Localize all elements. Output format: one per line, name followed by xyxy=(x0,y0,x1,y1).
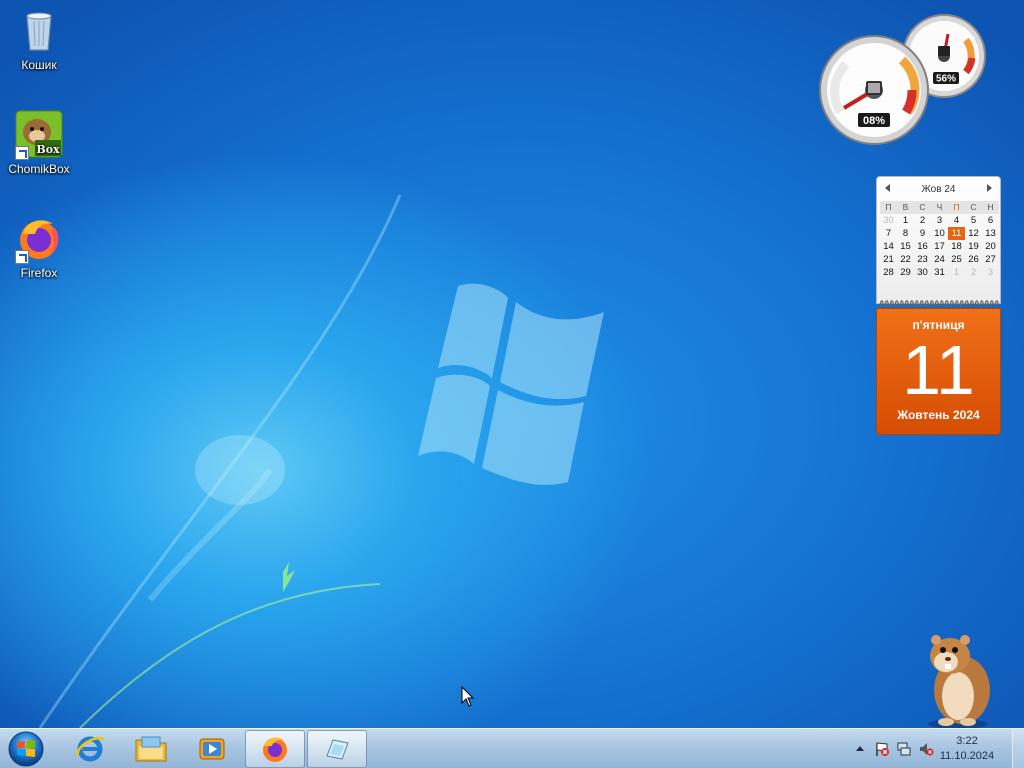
calendar-weekday-header: П xyxy=(948,201,965,214)
calendar-weekday-header: П xyxy=(880,201,897,214)
desktop-icon-firefox[interactable]: Firefox xyxy=(1,214,77,280)
calendar-day-cell[interactable]: 7 xyxy=(880,227,897,240)
taskbar-windows-explorer[interactable] xyxy=(121,730,181,768)
calendar-day-today[interactable]: 11 xyxy=(948,227,965,240)
calendar-month-year: Жовтень 2024 xyxy=(897,408,980,422)
show-desktop-button[interactable] xyxy=(1012,729,1024,768)
media-player-icon xyxy=(199,738,225,760)
calendar-day-cell[interactable]: 18 xyxy=(948,240,965,253)
calendar-day-cell[interactable]: 20 xyxy=(982,240,999,253)
calendar-day-cell[interactable]: 8 xyxy=(897,227,914,240)
calendar-day-view: п'ятниця 11 Жовтень 2024 xyxy=(876,308,1001,435)
calendar-day-cell[interactable]: 2 xyxy=(965,266,982,279)
calendar-day-cell[interactable]: 1 xyxy=(897,214,914,227)
calendar-weekday-header: Н xyxy=(982,201,999,214)
calendar-day-cell[interactable]: 29 xyxy=(897,266,914,279)
chomikbox-icon: Box xyxy=(15,110,63,160)
calendar-day-cell[interactable]: 16 xyxy=(914,240,931,253)
calendar-day-cell[interactable]: 4 xyxy=(948,214,965,227)
calendar-day-cell[interactable]: 24 xyxy=(931,253,948,266)
calendar-weekday-header: В xyxy=(897,201,914,214)
windows-logo-wallpaper xyxy=(418,283,604,485)
notepad-icon xyxy=(326,739,349,760)
calendar-gadget[interactable]: Жов 24 П В С Ч П С Н 30 1 2 3 4 5 6 7 8 9 10 11 12 13 14 15 16 1… xyxy=(876,176,1001,435)
calendar-day-cell[interactable]: 17 xyxy=(931,240,948,253)
desktop-icon-label: Firefox xyxy=(20,266,58,280)
firefox-icon xyxy=(15,214,63,264)
calendar-day-cell[interactable]: 30 xyxy=(880,214,897,227)
calendar-day-cell[interactable]: 6 xyxy=(982,214,999,227)
hamster-mascot[interactable] xyxy=(910,626,1000,730)
recycle-bin-icon xyxy=(15,6,63,54)
taskbar-firefox[interactable] xyxy=(245,730,305,768)
calendar-day-cell[interactable]: 14 xyxy=(880,240,897,253)
calendar-day-cell[interactable]: 3 xyxy=(982,266,999,279)
taskbar-media-player[interactable] xyxy=(182,730,242,768)
calendar-month-view: Жов 24 П В С Ч П С Н 30 1 2 3 4 5 6 7 8 9 10 11 12 13 14 15 16 1… xyxy=(876,176,1001,304)
network-icon[interactable] xyxy=(896,741,912,757)
calendar-day-cell[interactable]: 19 xyxy=(965,240,982,253)
calendar-day-cell[interactable]: 22 xyxy=(897,253,914,266)
svg-text:Box: Box xyxy=(36,143,60,156)
calendar-day-cell[interactable]: 9 xyxy=(914,227,931,240)
calendar-day-cell[interactable]: 5 xyxy=(965,214,982,227)
calendar-day-cell[interactable]: 10 xyxy=(931,227,948,240)
calendar-day-cell[interactable]: 13 xyxy=(982,227,999,240)
desktop-icon-label: ChomikBox xyxy=(8,162,70,176)
clock-date: 11.10.2024 xyxy=(939,750,995,762)
calendar-weekday-header: С xyxy=(965,201,982,214)
cpu-gauge: 08% xyxy=(819,35,929,145)
calendar-month-header: Жов 24 xyxy=(921,183,956,195)
calendar-day-of-week: п'ятниця xyxy=(912,318,965,332)
desktop-icon-label: Кошик xyxy=(21,58,57,72)
shortcut-arrow-icon xyxy=(15,146,29,160)
desktop-icon-recycle-bin[interactable]: Кошик xyxy=(1,6,77,72)
calendar-day-cell[interactable]: 15 xyxy=(897,240,914,253)
folder-icon xyxy=(135,736,167,762)
calendar-day-cell[interactable]: 23 xyxy=(914,253,931,266)
calendar-day-cell[interactable]: 12 xyxy=(965,227,982,240)
system-tray: 3:22 11.10.2024 xyxy=(834,729,1024,768)
start-button[interactable] xyxy=(6,730,46,768)
previous-month-arrow-icon[interactable] xyxy=(885,184,890,192)
taskbar-notepad-app[interactable] xyxy=(307,730,367,768)
taskbar-internet-explorer[interactable] xyxy=(60,730,120,768)
taskbar: 3:22 11.10.2024 xyxy=(0,728,1024,768)
cpu-percent-label: 08% xyxy=(863,115,885,127)
calendar-day-cell[interactable]: 28 xyxy=(880,266,897,279)
calendar-day-cell[interactable]: 21 xyxy=(880,253,897,266)
cpu-meter-gadget[interactable]: 56% 08% xyxy=(816,14,992,146)
calendar-weekday-header: Ч xyxy=(931,201,948,214)
calendar-big-day: 11 xyxy=(902,331,975,409)
clock-time: 3:22 xyxy=(956,735,978,747)
calendar-day-cell[interactable]: 1 xyxy=(948,266,965,279)
next-month-arrow-icon[interactable] xyxy=(987,184,992,192)
taskbar-clock[interactable]: 3:22 11.10.2024 xyxy=(932,734,1002,764)
calendar-day-cell[interactable]: 25 xyxy=(948,253,965,266)
calendar-day-cell[interactable]: 2 xyxy=(914,214,931,227)
windows-start-icon xyxy=(8,731,44,767)
calendar-weekday-header: С xyxy=(914,201,931,214)
desktop-icon-chomikbox[interactable]: Box ChomikBox xyxy=(1,110,77,176)
ie-icon xyxy=(76,736,105,762)
calendar-day-cell[interactable]: 31 xyxy=(931,266,948,279)
calendar-day-cell[interactable]: 26 xyxy=(965,253,982,266)
calendar-day-cell[interactable]: 3 xyxy=(931,214,948,227)
mouse-cursor-icon xyxy=(461,686,475,707)
show-hidden-icons-arrow[interactable] xyxy=(852,741,868,757)
shortcut-arrow-icon xyxy=(15,250,29,264)
action-center-flag-icon[interactable] xyxy=(874,741,890,757)
calendar-day-cell[interactable]: 30 xyxy=(914,266,931,279)
firefox-icon xyxy=(263,737,287,762)
calendar-day-cell[interactable]: 27 xyxy=(982,253,999,266)
memory-percent-label: 56% xyxy=(936,74,956,85)
calendar-day-grid: П В С Ч П С Н 30 1 2 3 4 5 6 7 8 9 10 11 12 13 14 15 16 17 18 19 20… xyxy=(880,201,1000,279)
